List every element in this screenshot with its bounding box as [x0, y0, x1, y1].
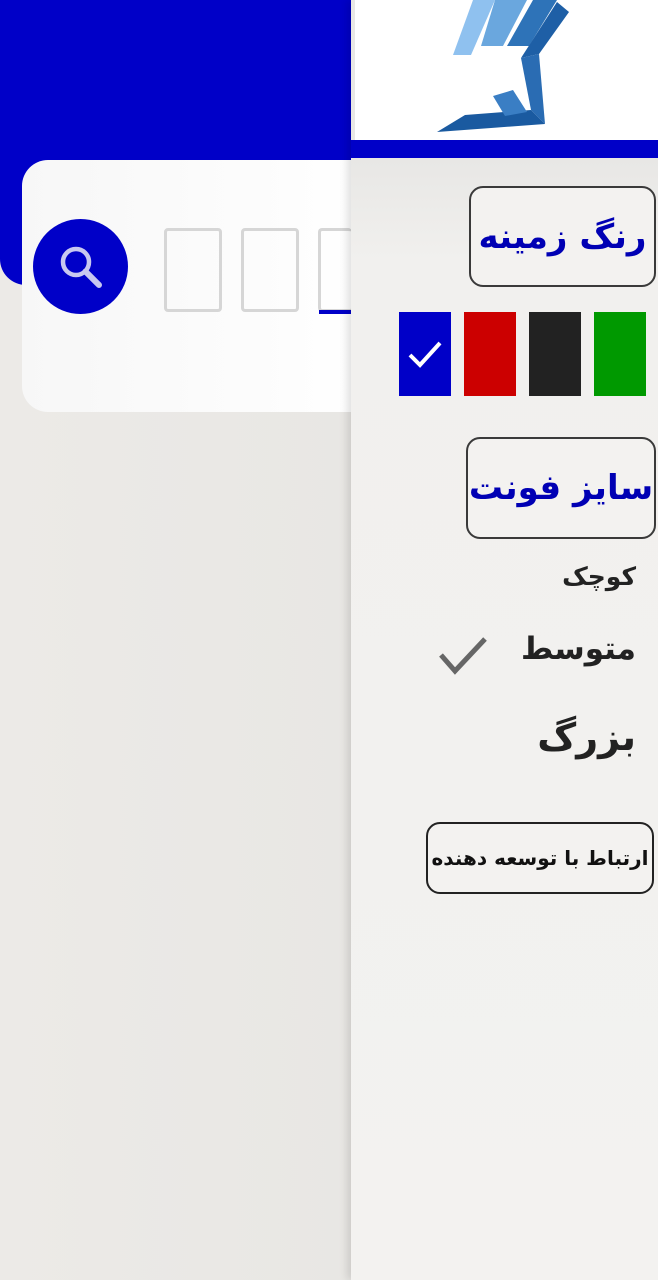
- code-input-box[interactable]: [241, 228, 299, 312]
- code-input-box[interactable]: [164, 228, 222, 312]
- active-input-underline: [319, 310, 351, 314]
- swatch-blue[interactable]: [399, 312, 451, 396]
- background-color-label: رنگ زمینه: [478, 216, 647, 257]
- check-icon: [439, 637, 487, 675]
- font-size-large[interactable]: بزرگ: [537, 715, 636, 759]
- code-input-box[interactable]: [318, 228, 352, 312]
- font-size-label: سایز فونت: [468, 468, 654, 508]
- check-icon: [408, 341, 442, 368]
- swatch-black[interactable]: [529, 312, 581, 396]
- background-color-button[interactable]: رنگ زمینه: [469, 186, 656, 287]
- swatch-red[interactable]: [464, 312, 516, 396]
- font-size-small[interactable]: کوچک: [562, 562, 636, 591]
- drawer-header-bar: [351, 140, 658, 158]
- swatch-green[interactable]: [594, 312, 646, 396]
- contact-developer-button[interactable]: ارتباط با توسعه دهنده: [426, 822, 654, 894]
- search-icon: [60, 246, 102, 288]
- font-size-button[interactable]: سایز فونت: [466, 437, 656, 539]
- app-logo: [437, 0, 569, 132]
- contact-developer-label: ارتباط با توسعه دهنده: [431, 846, 649, 870]
- search-button[interactable]: [33, 219, 128, 314]
- font-size-medium[interactable]: متوسط: [521, 631, 636, 667]
